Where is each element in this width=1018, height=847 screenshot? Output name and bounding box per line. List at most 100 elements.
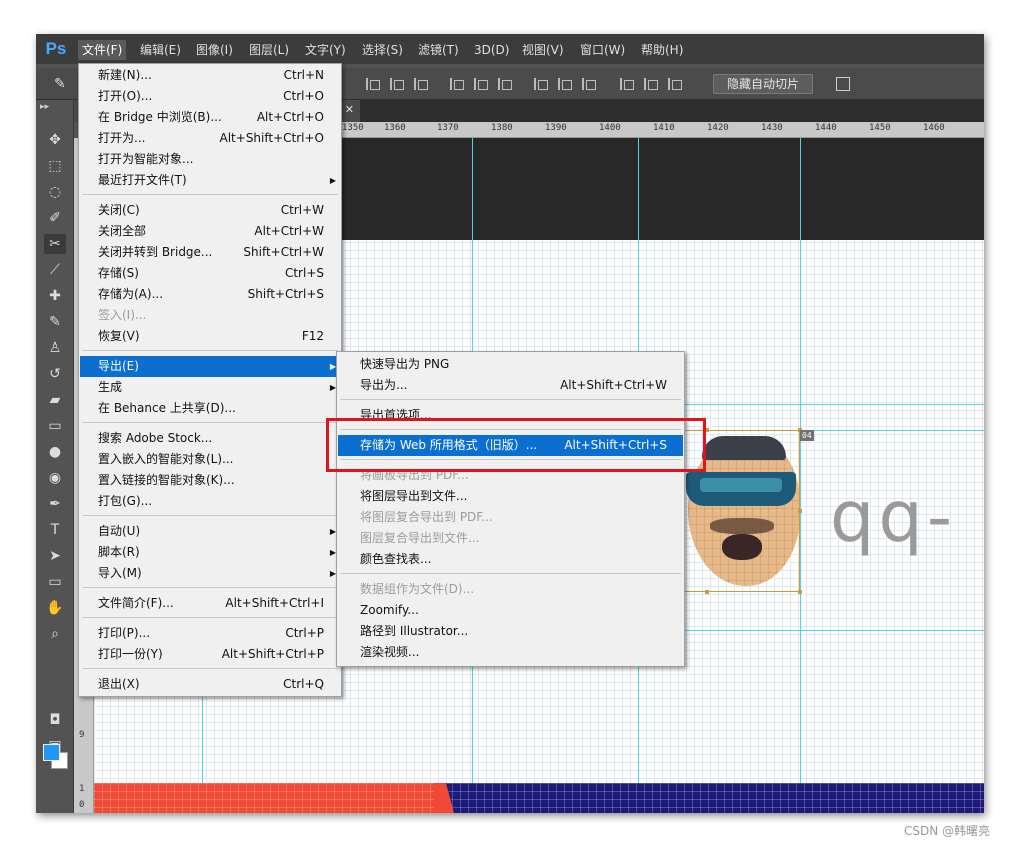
distribute-left-icon[interactable] bbox=[620, 78, 634, 90]
menu-item-close[interactable]: 关闭(C) Ctrl+W bbox=[80, 200, 340, 221]
ruler-label: 1360 bbox=[384, 123, 406, 133]
menu-item-share-on-behance[interactable]: 在 Behance 上共享(D)... bbox=[80, 398, 340, 419]
path-selection-tool-icon[interactable]: ➤ bbox=[44, 546, 66, 566]
distribute-bottom-icon[interactable] bbox=[582, 78, 596, 90]
align-top-icon[interactable] bbox=[366, 78, 380, 90]
quick-selection-tool-icon[interactable]: ✐ bbox=[44, 208, 66, 228]
menu-item-import[interactable]: 导入(M) ▶ bbox=[80, 563, 340, 584]
hide-auto-slices-button[interactable]: 隐藏自动切片 bbox=[713, 74, 813, 94]
slice-options-icon[interactable] bbox=[836, 77, 850, 91]
menu-item-search-adobe-stock[interactable]: 搜索 Adobe Stock... bbox=[80, 428, 340, 449]
menu-item-save-as[interactable]: 存储为(A)... Shift+Ctrl+S bbox=[80, 284, 340, 305]
submenu-item-data-sets-as-files: 数据组作为文件(D)... bbox=[360, 582, 475, 596]
menu-item-place-embedded[interactable]: 置入嵌入的智能对象(L)... bbox=[80, 449, 340, 470]
menu-item-scripts[interactable]: 脚本(R) ▶ bbox=[80, 542, 340, 563]
submenu-item-layers-to-files[interactable]: 将图层导出到文件... bbox=[338, 486, 683, 507]
align-left-icon[interactable] bbox=[450, 78, 464, 90]
panel-collapse-icon[interactable]: ▸▸ bbox=[40, 102, 49, 112]
align-vcenter-icon[interactable] bbox=[390, 78, 404, 90]
annotation-highlight-box bbox=[326, 418, 706, 472]
foreground-color-swatch[interactable] bbox=[43, 744, 60, 761]
menu-window[interactable]: 窗口(W) bbox=[576, 40, 629, 60]
menu-item-automate[interactable]: 自动(U) ▶ bbox=[80, 521, 340, 542]
move-tool-icon[interactable]: ✥ bbox=[44, 130, 66, 150]
distribute-right-icon[interactable] bbox=[668, 78, 682, 90]
menu-layer[interactable]: 图层(L) bbox=[245, 40, 293, 60]
menu-bar: Ps 文件(F) 编辑(E) 图像(I) 图层(L) 文字(Y) 选择(S) 滤… bbox=[36, 34, 984, 64]
submenu-item-color-lookup-tables[interactable]: 颜色查找表... bbox=[338, 549, 683, 570]
rectangle-tool-icon[interactable]: ▭ bbox=[44, 572, 66, 592]
slice-tool-icon[interactable]: ✂ bbox=[44, 234, 66, 254]
menu-help[interactable]: 帮助(H) bbox=[637, 40, 687, 60]
menu-select[interactable]: 选择(S) bbox=[358, 40, 407, 60]
menu-item-browse-in-bridge[interactable]: 在 Bridge 中浏览(B)... Alt+Ctrl+O bbox=[80, 107, 340, 128]
ruler-label: 1430 bbox=[761, 123, 783, 133]
slice-handle[interactable] bbox=[705, 590, 709, 594]
align-bottom-icon[interactable] bbox=[414, 78, 428, 90]
menu-3d[interactable]: 3D(D) bbox=[470, 40, 513, 60]
canvas-text-layer: qq- bbox=[830, 476, 957, 558]
menu-separator bbox=[340, 399, 681, 400]
type-tool-icon[interactable]: T bbox=[44, 520, 66, 540]
menu-file[interactable]: 文件(F) bbox=[78, 40, 127, 60]
menu-item-revert[interactable]: 恢复(V) F12 bbox=[80, 326, 340, 347]
dodge-tool-icon[interactable]: ◉ bbox=[44, 468, 66, 488]
hand-tool-icon[interactable]: ✋ bbox=[44, 598, 66, 618]
guide-line bbox=[800, 138, 801, 813]
pen-tool-icon[interactable]: ✒ bbox=[44, 494, 66, 514]
menu-item-file-info[interactable]: 文件简介(F)... Alt+Shift+Ctrl+I bbox=[80, 593, 340, 614]
distribute-hcenter-icon[interactable] bbox=[644, 78, 658, 90]
history-brush-tool-icon[interactable]: ↺ bbox=[44, 364, 66, 384]
menu-edit[interactable]: 编辑(E) bbox=[136, 40, 185, 60]
menu-item-close-go-bridge[interactable]: 关闭并转到 Bridge... Shift+Ctrl+W bbox=[80, 242, 340, 263]
menu-image[interactable]: 图像(I) bbox=[192, 40, 237, 60]
slice-tool-preset-icon[interactable]: ✎ bbox=[54, 76, 72, 94]
distribute-vcenter-icon[interactable] bbox=[558, 78, 572, 90]
slice-handle[interactable] bbox=[798, 590, 802, 594]
distribute-top-icon[interactable] bbox=[534, 78, 548, 90]
ruler-label: 1460 bbox=[923, 123, 945, 133]
eraser-tool-icon[interactable]: ▰ bbox=[44, 390, 66, 410]
submenu-item-export-as[interactable]: 导出为... Alt+Shift+Ctrl+W bbox=[338, 375, 683, 396]
lasso-tool-icon[interactable]: ◌ bbox=[44, 182, 66, 202]
menu-item-print-one-copy[interactable]: 打印一份(Y) Alt+Shift+Ctrl+P bbox=[80, 644, 340, 665]
zoom-tool-icon[interactable]: ⌕ bbox=[44, 624, 66, 644]
brush-tool-icon[interactable]: ✎ bbox=[44, 312, 66, 332]
menu-item-new[interactable]: 新建(N)... Ctrl+N bbox=[80, 65, 340, 86]
menu-item-open-as[interactable]: 打开为... Alt+Shift+Ctrl+O bbox=[80, 128, 340, 149]
submenu-item-render-video[interactable]: 渲染视频... bbox=[338, 642, 683, 663]
submenu-item-paths-to-illustrator[interactable]: 路径到 Illustrator... bbox=[338, 621, 683, 642]
menu-item-recent-files[interactable]: 最近打开文件(T) ▶ bbox=[80, 170, 340, 191]
ruler-label: 9 bbox=[79, 730, 85, 740]
gradient-tool-icon[interactable]: ▭ bbox=[44, 416, 66, 436]
submenu-item-layer-comps-to-files: 图层复合导出到文件... bbox=[360, 531, 480, 545]
menu-item-package[interactable]: 打包(G)... bbox=[80, 491, 340, 512]
blur-tool-icon[interactable]: ● bbox=[44, 442, 66, 462]
close-tab-icon[interactable]: ✕ bbox=[345, 103, 354, 116]
clone-stamp-tool-icon[interactable]: ♙ bbox=[44, 338, 66, 358]
menu-item-exit[interactable]: 退出(X) Ctrl+Q bbox=[80, 674, 340, 695]
menu-item-place-linked[interactable]: 置入链接的智能对象(K)... bbox=[80, 470, 340, 491]
marquee-tool-icon[interactable]: ⬚ bbox=[44, 156, 66, 176]
menu-separator bbox=[82, 515, 338, 516]
menu-filter[interactable]: 滤镜(T) bbox=[414, 40, 463, 60]
submenu-item-quick-export-png[interactable]: 快速导出为 PNG bbox=[338, 354, 683, 375]
red-shape bbox=[94, 783, 444, 813]
menu-item-close-all[interactable]: 关闭全部 Alt+Ctrl+W bbox=[80, 221, 340, 242]
align-right-icon[interactable] bbox=[498, 78, 512, 90]
menu-item-open[interactable]: 打开(O)... Ctrl+O bbox=[80, 86, 340, 107]
eyedropper-tool-icon[interactable]: ⟋ bbox=[44, 260, 66, 280]
menu-item-open-as-smart-object[interactable]: 打开为智能对象... bbox=[80, 149, 340, 170]
menu-type[interactable]: 文字(Y) bbox=[301, 40, 350, 60]
menu-view[interactable]: 视图(V) bbox=[518, 40, 568, 60]
slice-handle[interactable] bbox=[798, 509, 802, 513]
submenu-item-zoomify[interactable]: Zoomify... bbox=[338, 600, 683, 621]
watermark: CSDN @韩曙亮 bbox=[904, 824, 991, 838]
menu-item-export[interactable]: 导出(E) ▶ bbox=[80, 356, 340, 377]
healing-brush-tool-icon[interactable]: ✚ bbox=[44, 286, 66, 306]
menu-item-print[interactable]: 打印(P)... Ctrl+P bbox=[80, 623, 340, 644]
menu-item-save[interactable]: 存储(S) Ctrl+S bbox=[80, 263, 340, 284]
align-hcenter-icon[interactable] bbox=[474, 78, 488, 90]
menu-item-generate[interactable]: 生成 ▶ bbox=[80, 377, 340, 398]
quick-mask-icon[interactable]: ◘ bbox=[44, 710, 66, 730]
